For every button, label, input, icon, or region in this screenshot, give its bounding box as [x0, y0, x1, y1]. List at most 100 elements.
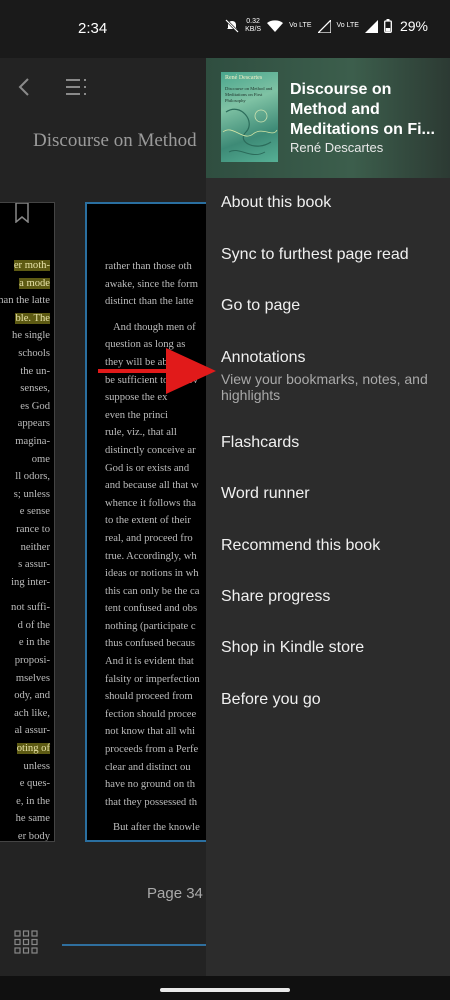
signal-icon: [317, 19, 331, 33]
text-line-content: ody, and: [14, 690, 50, 702]
text-line: schools: [0, 345, 50, 363]
text-line: ome: [0, 451, 50, 469]
text-line-content: e in the: [18, 637, 50, 649]
menu-item-label: Share progress: [221, 588, 331, 605]
home-gesture-handle[interactable]: [160, 988, 290, 992]
text-line-content: schools: [18, 347, 50, 359]
menu-item-sync-furthest-page[interactable]: Sync to furthest page read: [206, 230, 450, 282]
text-line: e in the: [0, 634, 50, 652]
text-line: rance to: [0, 521, 50, 539]
text-line: true. Accordingly, wh: [105, 550, 197, 562]
text-line: a mode: [0, 275, 50, 293]
text-line: rendered us certain o: [105, 837, 200, 840]
text-line: mselves: [0, 670, 50, 688]
battery-percent: 29%: [399, 18, 428, 34]
text-line: and because all that w: [105, 480, 199, 492]
previous-page-text: er moth-a mode distinct than the latte ble…: [0, 257, 50, 842]
net-speed-value: 0.32: [246, 18, 260, 25]
text-line-content: senses,: [20, 383, 50, 395]
text-line: fection should procee: [105, 708, 197, 720]
reading-progress-bar[interactable]: [62, 944, 212, 946]
text-line: to the extent of their: [105, 515, 191, 527]
text-line-content: unless: [23, 760, 50, 772]
cover-author: René Descartes: [225, 75, 263, 81]
menu-item-annotations[interactable]: Annotations View your bookmarks, notes, …: [206, 333, 450, 421]
text-line: not suffi-: [0, 599, 50, 617]
text-line: distinct than the latte: [0, 292, 50, 310]
text-line-content: distinct than the latte: [0, 295, 50, 307]
status-time: 2:34: [78, 20, 108, 37]
text-line-content: rance to: [16, 523, 50, 535]
text-line-content: a mode: [19, 277, 50, 289]
menu-item-label: Annotations: [221, 349, 306, 366]
menu-item-label: Flashcards: [221, 434, 300, 451]
text-line: appears: [0, 415, 50, 433]
menu-item-label: Sync to furthest page read: [221, 246, 409, 263]
cover-artwork: [222, 108, 278, 156]
text-line: ach like,: [0, 705, 50, 723]
back-icon[interactable]: [14, 76, 36, 98]
text-line: al assur-: [0, 722, 50, 740]
text-line: proceeds from a Perfe: [105, 744, 199, 756]
menu-item-about-this-book[interactable]: About this book: [206, 178, 450, 230]
text-line: clear and distinct ou: [105, 761, 191, 773]
menu-item-description: View your bookmarks, notes, and highligh…: [221, 371, 428, 403]
text-line: should proceed from: [105, 691, 193, 703]
text-line-content: magina-: [15, 435, 50, 447]
signal-icon: [364, 19, 378, 33]
text-line: ody, and: [0, 687, 50, 705]
text-line-content: ll odors,: [15, 471, 50, 483]
text-line: e ques-: [0, 775, 50, 793]
menu-item-word-runner[interactable]: Word runner: [206, 469, 450, 521]
text-line-content: the un-: [20, 365, 50, 377]
text-line-content: ble. The: [15, 312, 50, 324]
text-line-content: appears: [17, 418, 50, 430]
reader-book-title: Discourse on Method: [33, 130, 197, 151]
text-line-content: e, in the: [16, 795, 50, 807]
menu-item-label: About this book: [221, 194, 332, 211]
text-line: es God: [0, 398, 50, 416]
battery-icon: [384, 19, 392, 33]
text-line-content: not suffi-: [11, 602, 50, 614]
text-line: d of the: [0, 617, 50, 635]
text-line: neither: [0, 539, 50, 557]
text-line: [0, 591, 50, 599]
text-line-content: neither: [20, 541, 50, 553]
text-line: ideas or notions in wh: [105, 568, 199, 580]
menu-item-label: Shop in Kindle store: [221, 639, 365, 656]
previous-page-thumbnail[interactable]: er moth-a mode distinct than the latte ble…: [0, 202, 55, 842]
text-line: ing inter-: [0, 574, 50, 592]
grid-view-icon[interactable]: [14, 930, 38, 954]
sim1-badge: Vo LTE: [289, 22, 312, 29]
book-menu-drawer: René Descartes Discourse on Method and M…: [206, 58, 450, 976]
text-line: And it is evident that: [105, 656, 194, 668]
menu-item-go-to-page[interactable]: Go to page: [206, 281, 450, 333]
text-line: er body: [0, 828, 50, 842]
page-number: Page 34: [147, 885, 203, 902]
mute-icon: [225, 19, 239, 33]
menu-item-label: Go to page: [221, 297, 301, 314]
menu-item-before-you-go[interactable]: Before you go: [206, 675, 450, 727]
text-line: ll odors,: [0, 468, 50, 486]
text-line: real, and proceed fro: [105, 532, 193, 544]
current-page-thumbnail[interactable]: rather than those oth awake, since the fo…: [85, 202, 225, 842]
text-line: s assur-: [0, 556, 50, 574]
menu-item-share-progress[interactable]: Share progress: [206, 572, 450, 624]
text-line: s; unless: [0, 486, 50, 504]
text-line: he same: [0, 810, 50, 828]
text-line: e, in the: [0, 793, 50, 811]
status-bar: 2:34 0.32 KB/S Vo LTE Vo LTE 29%: [0, 0, 450, 58]
text-line-content: he same: [15, 813, 50, 825]
table-of-contents-icon[interactable]: [64, 76, 88, 98]
sim2-badge: Vo LTE: [336, 22, 359, 29]
text-line: proposi-: [0, 652, 50, 670]
text-line: rather than those oth: [105, 261, 192, 272]
text-line-content: al assur-: [14, 725, 50, 737]
menu-item-recommend-book[interactable]: Recommend this book: [206, 521, 450, 573]
book-cover: René Descartes Discourse on Method and M…: [221, 72, 278, 162]
menu-item-shop-kindle-store[interactable]: Shop in Kindle store: [206, 623, 450, 675]
text-line-content: er body: [17, 831, 50, 842]
text-line: And though men of: [113, 321, 196, 333]
menu-item-flashcards[interactable]: Flashcards: [206, 418, 450, 470]
text-line: even the princi: [105, 409, 168, 421]
